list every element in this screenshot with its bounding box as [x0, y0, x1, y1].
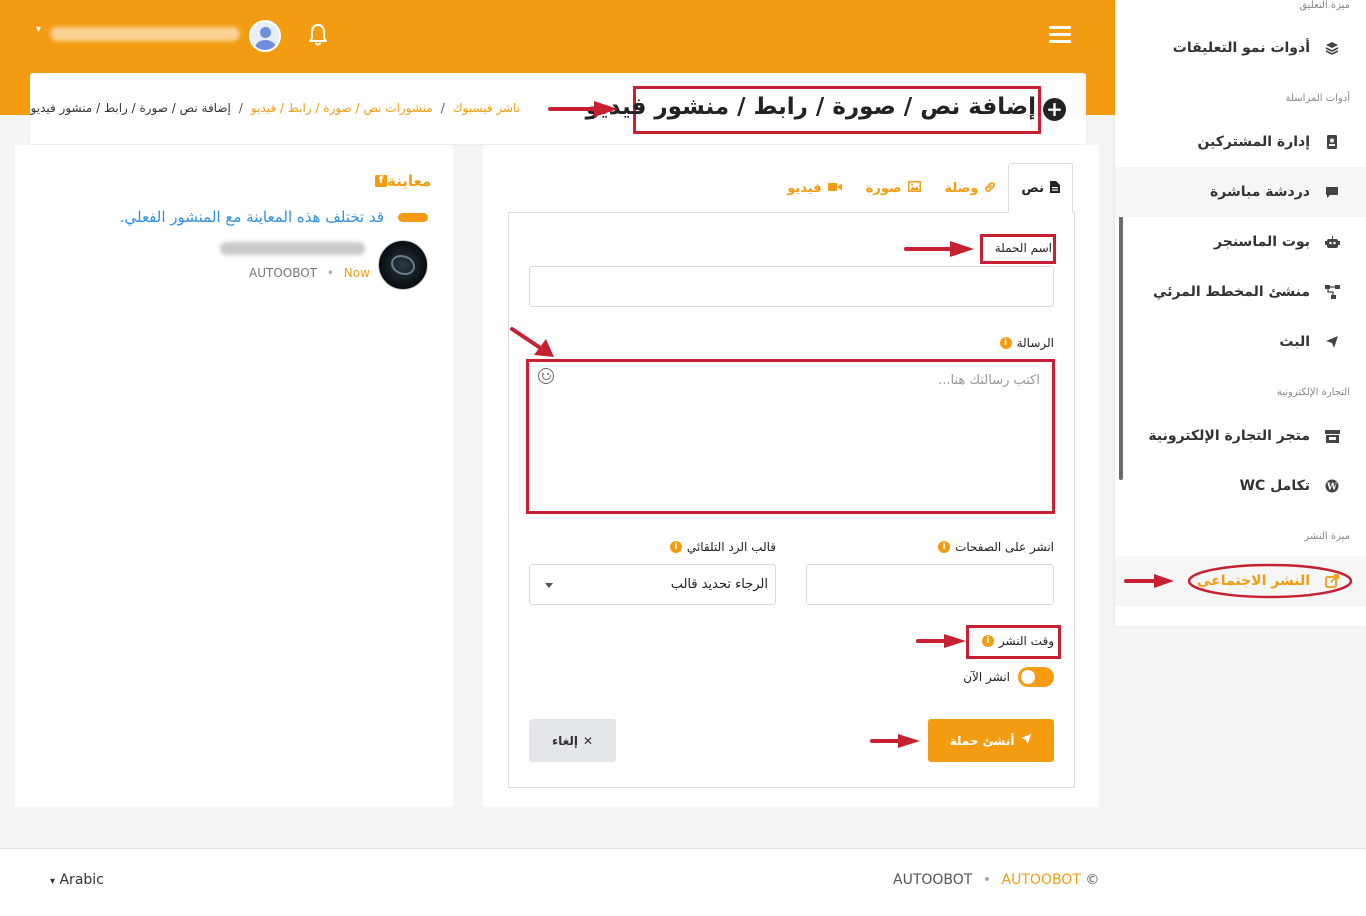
send-icon	[1324, 334, 1340, 350]
info-icon[interactable]: i	[938, 541, 951, 553]
sidebar-section-publishing: ميزة النشر	[1304, 531, 1350, 542]
breadcrumb-separator: /	[238, 101, 243, 115]
tab-image[interactable]: صورة	[854, 163, 933, 213]
footer-brand-link[interactable]: AUTOOBOT	[893, 872, 972, 888]
sidebar-item-ecommerce-store[interactable]: متجر التجارة الإلكترونية	[1115, 411, 1366, 461]
sidebar-item-label: تكامل WC	[1239, 478, 1310, 494]
page-name-blurred	[220, 242, 365, 255]
breadcrumb-separator: /	[440, 101, 445, 115]
tab-link[interactable]: وصلة	[933, 163, 1009, 213]
campaign-name-label: اسم الحملة	[994, 241, 1052, 255]
send-icon	[1020, 733, 1032, 748]
info-icon[interactable]: i	[669, 541, 682, 553]
robot-icon	[1324, 234, 1340, 250]
close-icon: ✕	[583, 733, 594, 748]
sidebar-item-label: البث	[1279, 334, 1310, 350]
chevron-down-icon	[545, 583, 553, 588]
message-label: الرسالة i	[960, 336, 1054, 350]
flowchart-icon	[1324, 284, 1340, 300]
preview-meta: AUTOOBOT • Now	[249, 266, 370, 280]
annotation-arrow	[904, 241, 974, 257]
annotation-arrow	[510, 327, 554, 357]
breadcrumb-link-posts[interactable]: منشورات نص / صورة / رابط / فيديو	[251, 101, 433, 115]
sidebar-section-messaging: أدوات المراسلة	[1285, 93, 1350, 104]
wordpress-icon: W	[1324, 478, 1340, 494]
facebook-icon: f	[375, 175, 387, 187]
warning-pill	[398, 213, 428, 222]
preview-note: قد تختلف هذه المعاينة مع المنشور الفعلي.	[119, 208, 384, 226]
tab-video[interactable]: فيديو	[775, 163, 853, 213]
breadcrumb: ناشر فيسبوك / منشورات نص / صورة / رابط /…	[31, 101, 520, 115]
sidebar-section-ecommerce: التجارة الإلكترونية	[1276, 387, 1350, 398]
sidebar-item-label: متجر التجارة الإلكترونية	[1148, 428, 1310, 444]
hamburger-icon[interactable]	[1049, 26, 1071, 46]
breadcrumb-link-facebook-poster[interactable]: ناشر فيسبوك	[453, 101, 520, 115]
sidebar-item-messenger-bot[interactable]: بوت الماسنجر	[1115, 217, 1366, 267]
annotation-arrow	[870, 734, 920, 748]
post-type-tabs: نص وصلة صورة فيديو	[760, 163, 1073, 213]
pages-label: انشر على الصفحات i	[930, 540, 1054, 554]
preview-time: Now	[343, 266, 370, 280]
sidebar-item-broadcast[interactable]: البث	[1115, 317, 1366, 367]
sidebar-item-visual-flow-builder[interactable]: منشئ المخطط المرئي	[1115, 267, 1366, 317]
message-placeholder: اكتب رسالتك هنا...	[938, 373, 1040, 388]
create-campaign-button[interactable]: أنشئ حملة	[928, 719, 1054, 762]
link-icon	[984, 181, 996, 196]
post-time-label: وقت النشر i	[978, 634, 1054, 648]
annotation-arrow	[916, 634, 966, 648]
image-icon	[907, 181, 921, 195]
sidebar-item-label: منشئ المخطط المرئي	[1153, 284, 1310, 300]
emoji-icon[interactable]	[538, 368, 554, 384]
language-selector[interactable]: ▾ Arabic	[50, 872, 104, 888]
sidebar-item-label: دردشة مباشرة	[1210, 184, 1310, 200]
footer	[0, 848, 1366, 916]
breadcrumb-current: إضافة نص / صورة / رابط / منشور فيديو	[30, 101, 231, 115]
avatar[interactable]	[249, 20, 281, 52]
info-icon[interactable]: i	[981, 635, 994, 647]
store-icon	[1324, 428, 1340, 444]
campaign-name-input[interactable]	[529, 266, 1054, 307]
post-now-toggle[interactable]	[1018, 667, 1054, 687]
tab-text[interactable]: نص	[1008, 163, 1073, 213]
post-now-label: انشر الآن	[963, 670, 1010, 684]
sidebar-item-live-chat[interactable]: دردشة مباشرة	[1115, 167, 1366, 217]
plus-circle-icon: +	[1043, 98, 1066, 121]
video-icon	[827, 181, 842, 195]
page-title: إضافة نص / صورة / رابط / منشور فيديو	[585, 94, 1036, 120]
template-label: قالب الرد التلقائي i	[662, 540, 776, 554]
address-book-icon	[1324, 134, 1340, 150]
template-select-value: الرجاء تحديد قالب	[670, 577, 768, 592]
file-icon	[1050, 180, 1060, 196]
sidebar-item-wc-integration[interactable]: W تكامل WC	[1115, 461, 1366, 511]
info-icon[interactable]: i	[999, 337, 1012, 349]
annotation-arrow	[1124, 574, 1174, 588]
page-avatar	[378, 240, 428, 290]
preview-author: AUTOOBOT	[249, 266, 318, 280]
sidebar-item-label: بوت الماسنجر	[1214, 234, 1310, 250]
user-menu-caret-icon[interactable]: ▾	[36, 24, 41, 35]
sidebar-item-label: إدارة المشتركين	[1197, 134, 1310, 150]
footer-brand[interactable]: AUTOOBOT	[1002, 872, 1081, 888]
user-name-blurred[interactable]	[50, 27, 240, 41]
sidebar-item-label: أدوات نمو التعليقات	[1172, 40, 1310, 56]
sidebar-section-comment: ميزة التعليق	[1299, 0, 1350, 11]
cancel-button[interactable]: ✕ إلغاء	[529, 719, 616, 762]
annotation-arrow	[548, 101, 618, 117]
chat-icon	[1324, 184, 1340, 200]
annotation-ellipse	[1187, 563, 1353, 599]
footer-copyright: AUTOOBOT • AUTOOBOT ©	[893, 872, 1100, 888]
svg-text:W: W	[1326, 483, 1338, 493]
bell-icon[interactable]	[306, 22, 330, 48]
pages-select[interactable]	[806, 564, 1054, 605]
sidebar-item-comment-growth[interactable]: أدوات نمو التعليقات	[1115, 23, 1366, 73]
preview-title: f معاينة	[370, 172, 431, 190]
layers-icon	[1324, 40, 1340, 56]
sidebar-item-subscribers[interactable]: إدارة المشتركين	[1115, 117, 1366, 167]
